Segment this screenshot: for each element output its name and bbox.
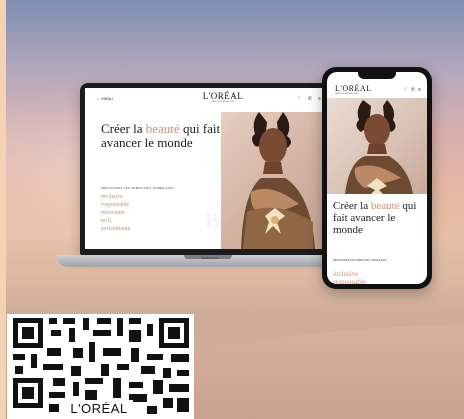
logo-brand: L'ORÉAL bbox=[202, 91, 244, 101]
menu-icon: ○ bbox=[97, 96, 100, 101]
device-label: MacBook Pro bbox=[200, 256, 219, 260]
phone-icon[interactable]: ✆ bbox=[308, 96, 312, 102]
smartphone: L'ORÉAL RAPPORT ANNUEL 2021 ♡ ✆ ≡ Créer … bbox=[322, 67, 432, 289]
phone-discover-label[interactable]: DÉCOUVREZ LES TEMPS DE L'ANNÉE 2021 › bbox=[333, 259, 391, 262]
phone-values-list: inclusive responsable bbox=[333, 270, 366, 284]
laptop-nav-icons: ♡ ✆ ≡ bbox=[297, 96, 321, 102]
laptop-values-list: inclusive responsable innovante tech per… bbox=[101, 193, 130, 233]
language-icon[interactable]: ≡ bbox=[318, 96, 321, 102]
laptop-screen: ○ MENU L'ORÉAL RAPPORT ANNUEL 2021 ♡ ✆ ≡… bbox=[85, 88, 331, 249]
headline-accent: beauté bbox=[145, 121, 180, 136]
portrait-illustration bbox=[345, 100, 413, 194]
phone-hero-portrait-image bbox=[327, 98, 427, 194]
laptop-nav-bar: ○ MENU L'ORÉAL RAPPORT ANNUEL 2021 ♡ ✆ ≡ bbox=[85, 88, 331, 106]
logo-subtitle: RAPPORT ANNUEL 2021 bbox=[335, 93, 359, 95]
logo-subtitle: RAPPORT ANNUEL 2021 bbox=[211, 101, 235, 103]
headline-part1: Créer la bbox=[101, 121, 146, 136]
phone-icon[interactable]: ✆ bbox=[411, 87, 415, 93]
list-item[interactable]: inclusive bbox=[101, 193, 130, 201]
discover-text: DÉCOUVREZ LES TEMPS DE L'ANNÉE 2021 bbox=[333, 259, 387, 262]
accessibility-icon[interactable]: ♡ bbox=[297, 96, 301, 102]
list-item[interactable]: responsable bbox=[101, 201, 130, 209]
phone-nav-icons: ♡ ✆ ≡ bbox=[403, 87, 421, 93]
headline-part1: Créer la bbox=[333, 200, 371, 212]
laptop-menu-button[interactable]: ○ MENU bbox=[97, 96, 113, 101]
hero-portrait-image bbox=[221, 112, 331, 249]
headline-accent: beauté bbox=[370, 200, 400, 212]
qr-code-panel: L'ORÉAL bbox=[7, 314, 194, 419]
laptop: ○ MENU L'ORÉAL RAPPORT ANNUEL 2021 ♡ ✆ ≡… bbox=[80, 83, 336, 255]
phone-notch bbox=[358, 72, 396, 79]
qr-brand-logo: L'ORÉAL bbox=[65, 400, 133, 417]
menu-label: MENU bbox=[101, 96, 114, 101]
menu-icon[interactable]: ≡ bbox=[418, 87, 421, 93]
list-item[interactable]: tech bbox=[101, 217, 130, 225]
laptop-headline: Créer la beauté qui fait avancer le mond… bbox=[101, 122, 231, 150]
laptop-discover-label: DÉCOUVREZ LES TEMPS DE L'ANNÉE 2021 bbox=[101, 186, 174, 190]
list-item[interactable]: performante bbox=[101, 225, 130, 233]
phone-headline: Créer la beauté qui fait avancer le mond… bbox=[333, 200, 427, 236]
list-item[interactable]: inclusive bbox=[333, 270, 366, 278]
arrow-right-icon: › bbox=[389, 259, 391, 262]
logo-brand: L'ORÉAL bbox=[335, 84, 372, 93]
list-item[interactable]: innovante bbox=[101, 209, 130, 217]
portrait-illustration bbox=[241, 112, 315, 249]
accessibility-icon[interactable]: ♡ bbox=[403, 87, 407, 93]
list-item[interactable]: responsable bbox=[333, 278, 366, 284]
phone-logo[interactable]: L'ORÉAL RAPPORT ANNUEL 2021 bbox=[335, 84, 372, 96]
phone-screen: L'ORÉAL RAPPORT ANNUEL 2021 ♡ ✆ ≡ Créer … bbox=[327, 72, 427, 284]
laptop-logo[interactable]: L'ORÉAL RAPPORT ANNUEL 2021 bbox=[193, 92, 253, 104]
